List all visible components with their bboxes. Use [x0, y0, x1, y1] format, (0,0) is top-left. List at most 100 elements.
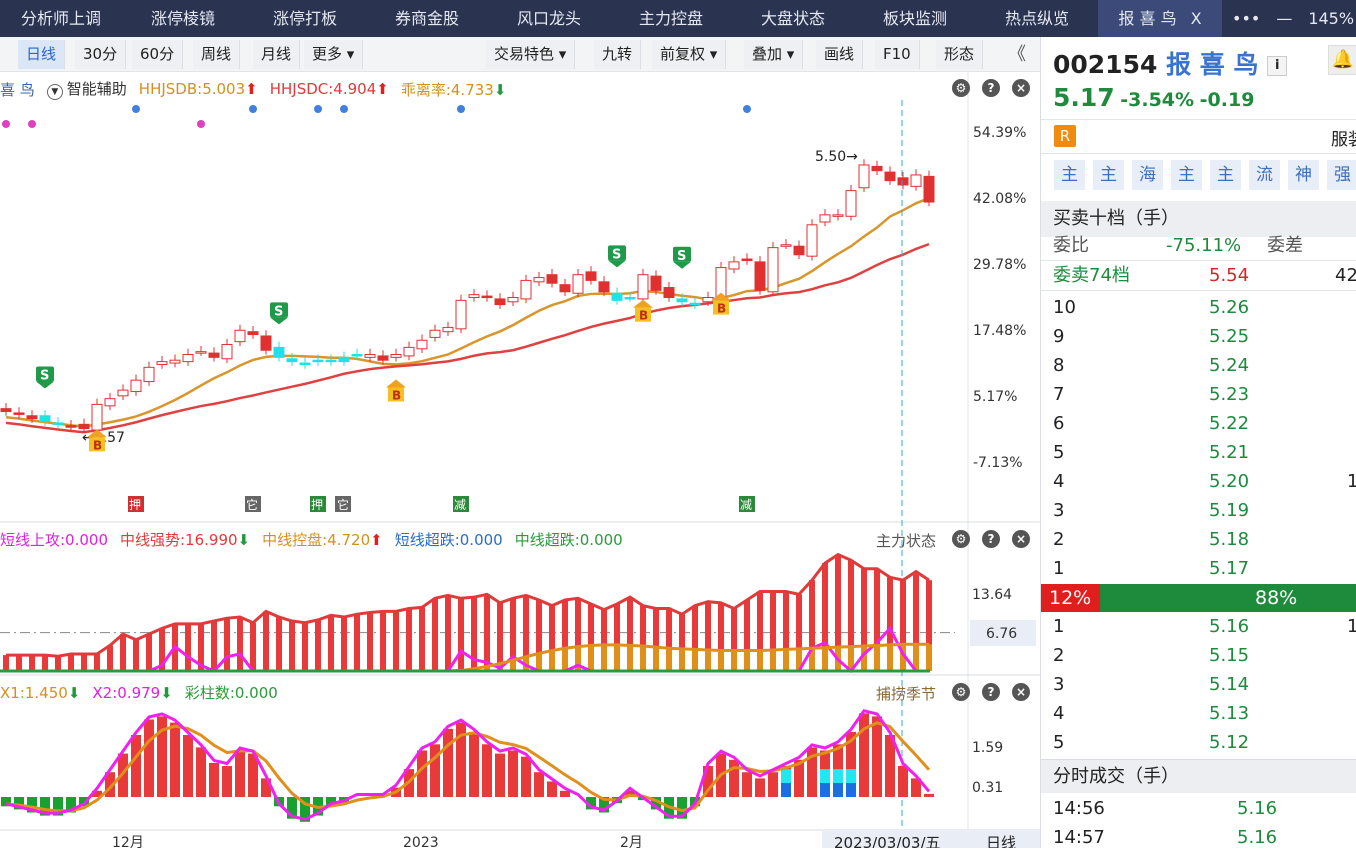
close-icon[interactable]: ×	[1012, 530, 1030, 548]
toolbar-button[interactable]: 叠加 ▾	[744, 40, 804, 69]
star-signal-icon	[340, 105, 348, 113]
toolbar-button[interactable]: F10	[875, 40, 920, 69]
concept-chip[interactable]: 主	[1210, 160, 1241, 190]
main-force-bar	[29, 655, 35, 671]
tab-item[interactable]: 券商金股	[366, 0, 488, 37]
event-tag[interactable]: 减	[453, 496, 469, 512]
gear-icon[interactable]: ⚙	[952, 530, 970, 548]
close-icon[interactable]: X	[1191, 0, 1202, 37]
ticks-header: 分时成交（手）	[1041, 759, 1356, 793]
tab-active-stock[interactable]: 报 喜 鸟X	[1098, 0, 1222, 37]
tab-item[interactable]: 风口龙头	[488, 0, 610, 37]
sell-signal-icon[interactable]: S	[608, 245, 626, 268]
period-button[interactable]: 月线	[253, 40, 301, 69]
sell-signal-icon[interactable]: S	[270, 302, 288, 325]
concept-chip[interactable]: 神	[1288, 160, 1319, 190]
toolbar-button[interactable]: 前复权 ▾	[652, 40, 727, 69]
sell-ratio: 88%	[1255, 587, 1298, 609]
event-tag[interactable]: 它	[245, 496, 261, 512]
concept-chip[interactable]: 主	[1171, 160, 1202, 190]
sell-signal-icon[interactable]: S	[36, 366, 54, 389]
more-icon[interactable]: •••	[1232, 9, 1260, 28]
assist-toggle[interactable]: ▼ 智能辅助	[46, 78, 127, 100]
price: 5.16	[1209, 616, 1250, 637]
bell-icon[interactable]: 🔔	[1328, 45, 1356, 75]
tab-item[interactable]: 板块监测	[854, 0, 976, 37]
tab-item[interactable]: 涨停棱镜	[122, 0, 244, 37]
toolbar-button[interactable]: 形态	[936, 40, 984, 69]
collapse-icon[interactable]: 《	[1000, 40, 1034, 69]
star-signal-icon	[197, 120, 205, 128]
order-book-row: 4 5.20 1	[1041, 467, 1356, 496]
close-icon[interactable]: ×	[1012, 79, 1030, 97]
star-signal-icon	[132, 105, 140, 113]
minimize-icon[interactable]: —	[1276, 9, 1292, 28]
star-signal-icon	[249, 105, 257, 113]
price-axis-label: 42.08%	[973, 191, 1026, 207]
level: 1	[1053, 616, 1065, 637]
panel2-axis-label: 13.64	[972, 587, 1012, 603]
period-button[interactable]: 60分	[132, 40, 184, 69]
period-button[interactable]: 30分	[75, 40, 127, 69]
tab-item[interactable]: 涨停打板	[244, 0, 366, 37]
price: 5.24	[1209, 355, 1250, 376]
close-icon[interactable]: ×	[1012, 683, 1030, 701]
gear-icon[interactable]: ⚙	[952, 683, 970, 701]
buy-signal-icon[interactable]: B	[633, 299, 653, 323]
season-bar	[729, 759, 739, 797]
candlestick	[0, 402, 12, 416]
tab-item[interactable]: 热点纵览	[976, 0, 1098, 37]
main-force-bar	[211, 621, 217, 671]
control-bar	[887, 644, 893, 671]
main-force-bar	[185, 623, 191, 671]
r-badge[interactable]: R	[1054, 125, 1076, 147]
toolbar-button[interactable]: 画线	[816, 40, 864, 69]
tab-item[interactable]: 分析师上调	[0, 0, 122, 37]
period-button[interactable]: 日线	[18, 40, 66, 69]
toolbar-button[interactable]: 交易特色 ▾	[486, 40, 576, 69]
candlestick	[897, 172, 909, 190]
level: 4	[1053, 703, 1065, 724]
price: 5.19	[1209, 500, 1250, 521]
help-icon[interactable]: ?	[982, 79, 1000, 97]
color-bar	[781, 783, 791, 798]
candlestick	[832, 209, 844, 221]
period-button[interactable]: 周线	[193, 40, 241, 69]
candlestick	[728, 256, 740, 274]
sell-signal-icon[interactable]: S	[673, 246, 691, 269]
tab-item[interactable]: 大盘状态	[732, 0, 854, 37]
industry-label[interactable]: 服装	[1331, 125, 1356, 150]
kline-chart[interactable]: 54.39% 42.08% 29.78% 17.48% 5.17% -7.13% 5.50→…	[0, 72, 1040, 852]
concept-chip[interactable]: 强	[1327, 160, 1356, 190]
event-tag[interactable]: 它	[335, 496, 351, 512]
buy-signal-icon[interactable]: B	[386, 379, 406, 403]
main-force-bar	[81, 653, 87, 671]
tab-item[interactable]: 主力控盘	[610, 0, 732, 37]
season-bar	[469, 731, 479, 797]
cursor-date: 2023/03/03/五	[834, 834, 941, 848]
gear-icon[interactable]: ⚙	[952, 79, 970, 97]
concept-chip[interactable]: 流	[1249, 160, 1280, 190]
candlestick	[182, 348, 194, 366]
event-tag[interactable]: 减	[739, 496, 755, 512]
main-force-bar	[107, 645, 113, 671]
price: 5.18	[1209, 529, 1250, 550]
toolbar-button[interactable]: 九转	[594, 40, 642, 69]
price-axis-label: -7.13%	[973, 455, 1023, 471]
event-tag[interactable]: 押	[310, 496, 326, 512]
panel2-cursor-value: 6.76	[986, 626, 1017, 642]
season-bar	[131, 735, 141, 797]
arrow-down-icon: ⬇	[237, 531, 251, 549]
candlestick	[299, 357, 311, 369]
main-force-bar	[458, 598, 464, 671]
help-icon[interactable]: ?	[982, 530, 1000, 548]
info-icon[interactable]: i	[1267, 56, 1288, 76]
event-tag[interactable]: 押	[128, 496, 144, 512]
chart-area[interactable]: 54.39% 42.08% 29.78% 17.48% 5.17% -7.13% 5.50→…	[0, 72, 1040, 852]
help-icon[interactable]: ?	[982, 683, 1000, 701]
concept-chip[interactable]: 主	[1093, 160, 1124, 190]
concept-chip[interactable]: 主	[1054, 160, 1085, 190]
concept-chip[interactable]: 海	[1132, 160, 1163, 190]
period-button[interactable]: 更多 ▾	[304, 40, 364, 69]
zoom-level[interactable]: 145%	[1308, 9, 1354, 28]
